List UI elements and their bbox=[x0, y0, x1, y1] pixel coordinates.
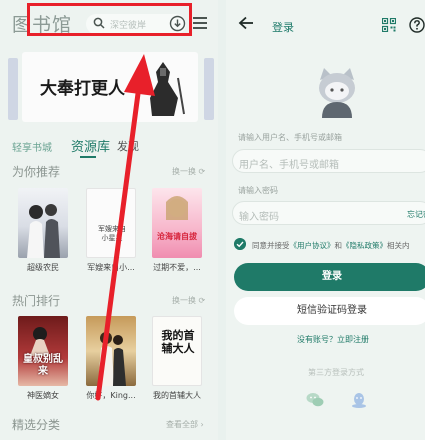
refresh-recommend-button[interactable]: 换一换 ⟳ bbox=[172, 166, 205, 177]
tab-discover[interactable]: 发现 bbox=[117, 138, 139, 154]
library-header: 图书馆 深空彼岸 bbox=[0, 0, 218, 46]
agreement-and: 和 bbox=[334, 241, 343, 250]
view-all-categories-link[interactable]: 查看全部 › bbox=[166, 419, 204, 430]
menu-icon[interactable] bbox=[193, 17, 207, 29]
account-label: 请输入用户名、手机号或邮箱 bbox=[238, 133, 342, 142]
book-card[interactable]: 你好，King... bbox=[86, 316, 136, 401]
agreement-suffix: 相关内 bbox=[387, 241, 410, 250]
user-agreement-link[interactable]: 《用户协议》 bbox=[290, 241, 335, 250]
book-card[interactable]: 超级农民 bbox=[18, 188, 68, 273]
book-title: 超级农民 bbox=[27, 263, 59, 272]
book-card[interactable]: 沧海请自拔 过期不爱，... bbox=[152, 188, 202, 273]
register-link[interactable]: 没有账号？立即注册 bbox=[297, 334, 369, 345]
login-button[interactable]: 登录 bbox=[234, 263, 425, 291]
book-cover bbox=[86, 316, 136, 386]
sms-login-button[interactable]: 短信验证码登录 bbox=[234, 297, 425, 325]
book-cover bbox=[18, 188, 68, 258]
active-tab-indicator bbox=[80, 156, 96, 158]
qq-icon[interactable] bbox=[350, 392, 368, 408]
book-title: 你好，King... bbox=[86, 391, 136, 400]
book-card[interactable]: 皇叔别乱来 神医嫡女 bbox=[18, 316, 68, 401]
refresh-ranking-button[interactable]: 换一换 ⟳ bbox=[172, 295, 205, 306]
book-card[interactable]: 我的首辅大人 我的首辅大人 bbox=[152, 316, 202, 401]
login-header: 登录 bbox=[226, 0, 425, 46]
banner-title: 大奉打更人 bbox=[40, 79, 125, 99]
tab-resources[interactable]: 资源库 bbox=[71, 136, 110, 155]
highlight-box bbox=[27, 3, 192, 36]
library-screen: 图书馆 深空彼岸 大奉打更人 轻享书城 资源库 发现 为你推荐 换一换 ⟳ 超级… bbox=[0, 0, 218, 440]
book-card[interactable]: 军嫂来自小星星 军嫂来自小... bbox=[86, 188, 136, 273]
section-title-categories: 精选分类 bbox=[12, 418, 61, 432]
book-cover: 皇叔别乱来 bbox=[18, 316, 68, 386]
privacy-policy-link[interactable]: 《隐私政策》 bbox=[342, 241, 387, 250]
tab-bookstore[interactable]: 轻享书城 bbox=[12, 139, 52, 154]
login-screen: 登录 请输入用户名、手机号或邮箱 用户名、手机号或邮箱 请输入密码 输入密码 忘… bbox=[226, 0, 425, 440]
password-input[interactable]: 输入密码 忘记密 bbox=[232, 201, 425, 225]
banner-next-peek bbox=[204, 58, 214, 120]
agreement-prefix: 同意并接受 bbox=[252, 241, 290, 250]
avatar-mascot-icon bbox=[319, 68, 355, 118]
book-cover-text: 皇叔别乱来 bbox=[23, 354, 63, 377]
book-cover-text: 沧海请自拔 bbox=[157, 232, 197, 241]
book-cover: 沧海请自拔 bbox=[152, 188, 202, 258]
banner-carousel[interactable]: 大奉打更人 bbox=[22, 52, 198, 122]
third-party-login-label: 第三方登录方式 bbox=[308, 368, 364, 377]
book-title: 神医嫡女 bbox=[27, 391, 59, 400]
login-title: 登录 bbox=[272, 21, 294, 34]
book-cover-text: 军嫂来自小星星 bbox=[98, 225, 126, 242]
book-cover: 军嫂来自小星星 bbox=[86, 188, 136, 258]
book-title: 我的首辅大人 bbox=[153, 391, 201, 400]
banner-prev-peek bbox=[8, 58, 18, 120]
qr-code-icon[interactable] bbox=[382, 18, 396, 32]
back-arrow-icon[interactable] bbox=[238, 16, 254, 30]
wechat-icon[interactable] bbox=[306, 392, 324, 408]
banner-warrior-illustration bbox=[150, 62, 185, 116]
book-title: 过期不爱，... bbox=[153, 263, 201, 272]
book-cover-text: 我的首辅大人 bbox=[161, 329, 195, 355]
section-title-recommend: 为你推荐 bbox=[12, 165, 61, 179]
password-label: 请输入密码 bbox=[238, 186, 278, 195]
book-cover: 我的首辅大人 bbox=[152, 316, 202, 386]
book-title: 军嫂来自小... bbox=[87, 263, 135, 272]
section-title-ranking: 热门排行 bbox=[12, 294, 61, 308]
forgot-password-link[interactable]: 忘记密 bbox=[407, 209, 425, 220]
password-placeholder: 输入密码 bbox=[239, 212, 279, 223]
account-input[interactable]: 用户名、手机号或邮箱 bbox=[232, 149, 425, 173]
agreement-checkbox-icon[interactable] bbox=[234, 238, 246, 250]
account-placeholder: 用户名、手机号或邮箱 bbox=[239, 160, 339, 171]
banner-pagination bbox=[107, 112, 137, 122]
help-icon[interactable] bbox=[409, 17, 425, 33]
